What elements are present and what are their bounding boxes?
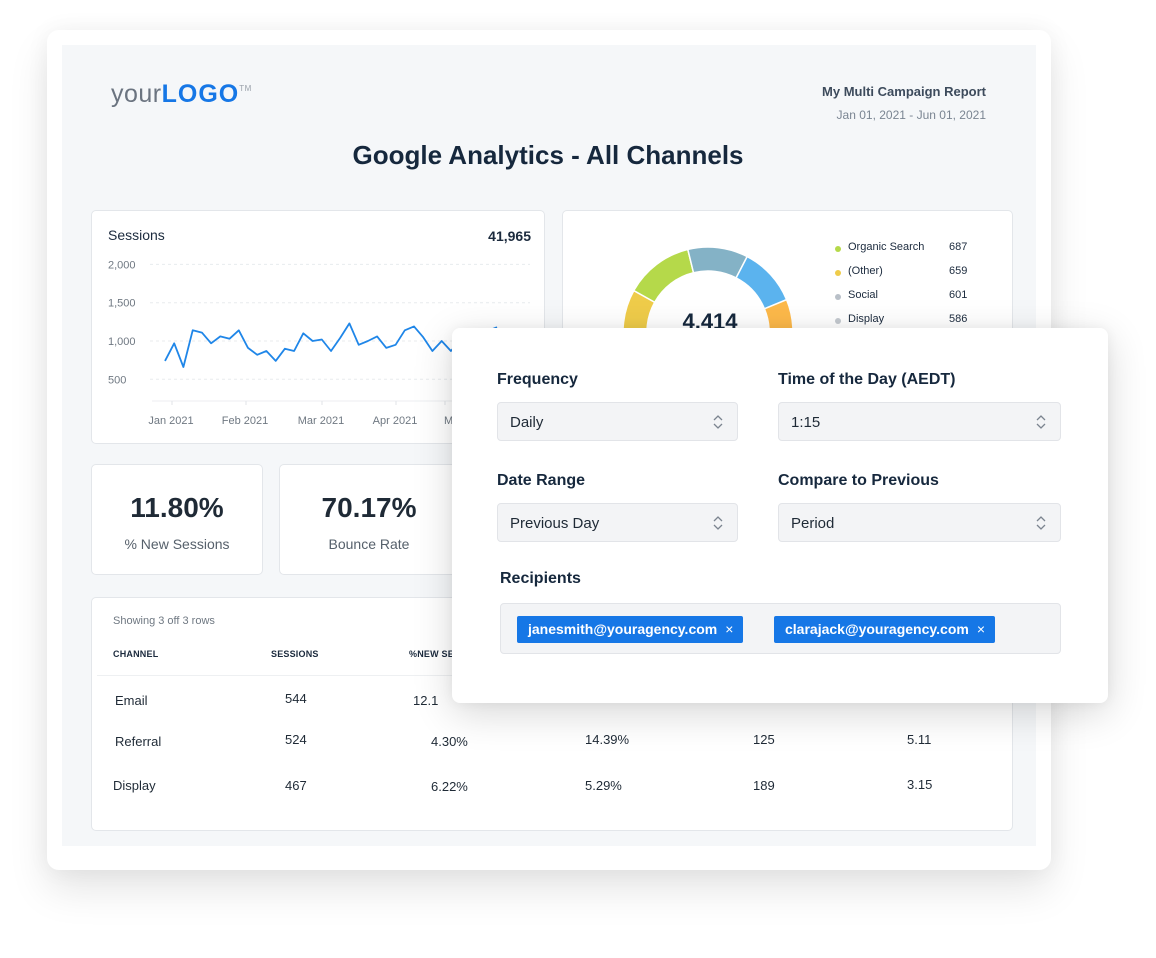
cell-new-sessions: 6.22% [431, 779, 468, 794]
logo-prefix: your [111, 80, 162, 108]
legend-value: 687 [949, 241, 968, 253]
report-date-range: Jan 01, 2021 - Jun 01, 2021 [836, 108, 986, 122]
frequency-label: Frequency [497, 371, 578, 388]
kpi-value: 70.17% [321, 492, 417, 523]
chevron-up-down-icon [713, 415, 723, 429]
cell-metric-4: 14.39% [585, 732, 630, 747]
cell-sessions: 524 [285, 732, 307, 747]
legend-item: Social 601 [835, 288, 985, 312]
frequency-value: Daily [510, 414, 544, 431]
legend-value: 659 [949, 265, 968, 277]
sessions-title: Sessions [108, 227, 165, 243]
cell-new-sessions: 4.30% [431, 734, 468, 749]
logo-brand: LOGO [161, 80, 240, 108]
cell-metric-4: 5.29% [585, 778, 622, 793]
recipient-email: clarajack@youragency.com [785, 621, 969, 637]
cell-sessions: 467 [285, 778, 307, 793]
cell-metric-5: 189 [753, 778, 775, 793]
legend-dot [835, 294, 841, 300]
legend-label: Social [848, 289, 878, 301]
date-range-value: Previous Day [510, 515, 600, 532]
legend-label: (Other) [848, 265, 883, 277]
recipient-chip: janesmith@youragency.com × [517, 616, 744, 643]
legend-label: Display [848, 313, 885, 325]
cell-sessions: 544 [285, 691, 307, 706]
cell-metric-6: 5.11 [907, 732, 932, 747]
schedule-report-dialog: Frequency Daily Time of the Day (AEDT) 1… [452, 328, 1108, 703]
compare-label: Compare to Previous [778, 472, 939, 489]
chevron-up-down-icon [713, 516, 723, 530]
legend-item: (Other) 659 [835, 264, 985, 288]
cell-channel: Referral [115, 734, 162, 749]
kpi-value: 11.80% [130, 492, 224, 523]
date-range-select[interactable]: Previous Day [497, 503, 738, 542]
chevron-up-down-icon [1036, 516, 1046, 530]
legend-dot [835, 270, 841, 276]
compare-select[interactable]: Period [778, 503, 1061, 542]
cell-new-sessions: 12.1 [413, 693, 439, 708]
logo-trademark: TM [239, 84, 252, 93]
recipients-label: Recipients [500, 570, 581, 587]
recipient-chip: clarajack@youragency.com × [774, 616, 996, 643]
sessions-total: 41,965 [488, 228, 531, 244]
column-header-new-sessions[interactable]: %NEW SE [409, 649, 454, 659]
legend-value: 586 [949, 313, 968, 325]
remove-recipient-icon[interactable]: × [725, 621, 733, 637]
agency-logo: yourLOGOTM [111, 80, 252, 109]
cell-channel: Email [115, 693, 148, 708]
kpi-label: % New Sessions [124, 536, 230, 552]
recipient-email: janesmith@youragency.com [528, 621, 718, 637]
kpi-label: Bounce Rate [328, 536, 410, 552]
legend-value: 601 [949, 289, 968, 301]
page-title: Google Analytics - All Channels [352, 140, 744, 170]
column-header-sessions[interactable]: SESSIONS [271, 649, 319, 659]
legend-dot [835, 246, 841, 252]
time-of-day-value: 1:15 [791, 414, 821, 431]
recipients-input[interactable]: janesmith@youragency.com × clarajack@your… [500, 603, 1061, 654]
chevron-up-down-icon [1036, 415, 1046, 429]
donut-legend: Organic Search 687 (Other) 659 Social 60… [835, 240, 985, 336]
legend-label: Organic Search [848, 241, 925, 253]
cell-metric-5: 125 [753, 732, 775, 747]
legend-dot [835, 318, 841, 324]
report-name: My Multi Campaign Report [822, 84, 986, 99]
remove-recipient-icon[interactable]: × [977, 621, 985, 637]
legend-item: Organic Search 687 [835, 240, 985, 264]
date-range-label: Date Range [497, 472, 586, 489]
column-header-channel[interactable]: CHANNEL [113, 649, 158, 659]
kpi-new-sessions: 11.80% % New Sessions [91, 464, 263, 575]
kpi-bounce-rate: 70.17% Bounce Rate [279, 464, 459, 575]
cell-channel: Display [113, 778, 156, 793]
time-of-day-label: Time of the Day (AEDT) [778, 371, 956, 388]
compare-value: Period [791, 515, 835, 532]
time-of-day-select[interactable]: 1:15 [778, 402, 1061, 441]
table-row-count: Showing 3 off 3 rows [113, 615, 215, 627]
frequency-select[interactable]: Daily [497, 402, 738, 441]
cell-metric-6: 3.15 [907, 777, 933, 792]
